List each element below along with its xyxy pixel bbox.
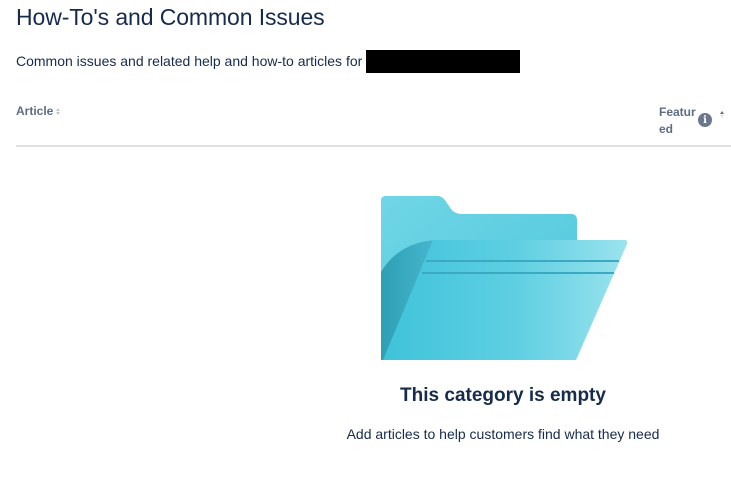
column-header-article-label: Article: [16, 104, 54, 118]
empty-state-description: Add articles to help customers find what…: [346, 426, 660, 442]
sort-ascending-icon[interactable]: [719, 109, 725, 119]
info-icon[interactable]: i: [698, 113, 712, 127]
column-header-article[interactable]: Article: [16, 104, 61, 118]
page-title: How-To's and Common Issues: [16, 4, 325, 30]
sort-icon: [55, 106, 61, 116]
open-folder-icon: [381, 196, 627, 360]
page: How-To's and Common Issues Common issues…: [0, 0, 731, 490]
table-header: Article Featured i: [16, 100, 731, 147]
column-header-featured[interactable]: Featured: [659, 104, 699, 138]
redacted-project-name: [366, 49, 521, 73]
page-subtitle: Common issues and related help and how-t…: [16, 49, 521, 73]
subtitle-text: Common issues and related help and how-t…: [16, 53, 363, 69]
empty-state-title: This category is empty: [400, 385, 606, 406]
